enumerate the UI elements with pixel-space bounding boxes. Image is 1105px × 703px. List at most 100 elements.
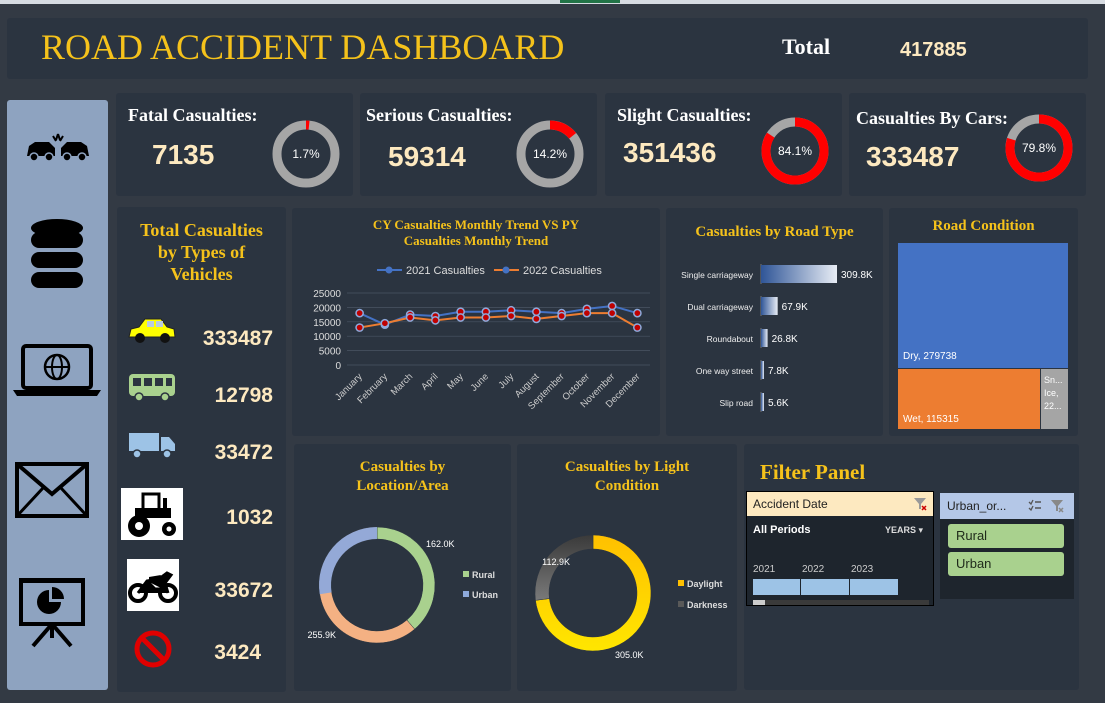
data-point [355,308,364,318]
total-label: Total [782,34,831,59]
filter-panel: Filter Panel Accident Date All Periods Y… [744,444,1079,690]
vehicles-card: Total Casualties by Types of Vehicles 33… [117,207,286,692]
multi-select-icon[interactable] [1028,499,1042,513]
selected-cell-marker [560,0,620,3]
timeline-scrollbar[interactable] [753,600,929,605]
bar [761,361,764,379]
clear-filter-icon[interactable] [913,497,927,511]
x-tick-label: July [497,371,517,391]
car-crash-icon[interactable] [25,130,91,162]
treemap-dry: Dry, 279738 [898,243,1068,368]
series-line-2022 [359,312,638,329]
slicer-option-rural[interactable]: Rural [948,524,1064,548]
treemap-wet: Wet, 115315 [898,369,1040,429]
timeline-year-2022[interactable]: 2022 [802,564,824,575]
bar-category-label: One way street [696,366,754,376]
kpi-fatal-donut: 1.7% [272,120,340,188]
legend-urban: Urban [472,590,498,600]
clear-filter-icon[interactable] [1050,499,1064,513]
donut-data-label: 255.9K [307,630,336,640]
bar [761,329,768,347]
header-bar: ROAD ACCIDENT DASHBOARD Total 417885 [7,18,1088,79]
road-condition-title: Road Condition [932,218,1035,234]
bar-data-label: 7.8K [768,366,789,377]
timeline-bar[interactable] [753,579,898,595]
vehicles-title: Total Casualties by Types of Vehicles [140,220,263,284]
vehicle-row-truck: 33472 [117,429,287,479]
legend-darkness: Darkness [687,600,728,610]
data-point [607,308,617,318]
timeline-unit-label: YEARS [884,525,916,535]
treemap-snow-label-1: Sn... [1044,375,1063,385]
car-icon [128,318,176,343]
y-tick-label: 5000 [319,347,342,358]
kpi-serious-label: Serious Casualties: [366,105,513,125]
total-value: 417885 [900,39,967,61]
bus-icon [129,374,175,402]
x-tick-label: May [445,371,466,392]
slicer-option-urban[interactable]: Urban [948,552,1064,576]
y-tick-label: 10000 [313,332,341,343]
donut-slice-urban-gradient [319,527,377,595]
data-point [506,311,516,321]
data-point [532,314,541,324]
location-donut-chart: Rural Urban 162.0K 255.9K [307,526,498,644]
kpi-cars-donut: 79.8% [1005,114,1073,182]
y-tick-label: 20000 [313,303,341,314]
road-type-chart: Single carriageway 309.8K Dual carriageway… [681,264,873,412]
data-point [557,311,566,321]
donut-data-label: 305.0K [615,650,644,660]
legend-2022: 2022 Casualties [523,265,602,277]
bar-category-label: Slip road [719,398,753,408]
vehicle-row-car: 333487 [117,315,287,365]
kpi-cars-label: Casualties By Cars: [856,108,1008,128]
data-point [633,323,642,332]
timeline-year-2021[interactable]: 2021 [753,564,775,575]
laptop-globe-icon[interactable] [11,344,103,398]
legend-daylight: Daylight [687,579,723,589]
kpi-serious-donut: 14.2% [516,120,584,188]
bar [761,297,778,315]
kpi-cars-value: 333487 [866,141,960,172]
timeline-year-2023[interactable]: 2023 [851,564,873,575]
kpi-cars-card: Casualties By Cars: 333487 79.8% [849,93,1086,196]
location-card: Casualties by Location/Area Rural Urban … [294,444,511,691]
vehicle-truck-value: 33472 [214,441,273,464]
kpi-fatal-card: Fatal Casualties: 7135 1.7% [116,93,353,196]
kpi-serious-value: 59314 [388,141,466,172]
vehicle-tractor-value: 1032 [226,506,273,529]
kpi-slight-pct: 84.1% [778,144,812,158]
x-tick-label: June [469,371,491,393]
timeline-unit-dropdown[interactable]: YEARS ▾ [885,525,923,536]
bar-data-label: 5.6K [768,398,789,409]
sidebar [7,100,108,690]
vehicle-car-value: 333487 [202,327,273,350]
kpi-slight-card: Slight Casualties: 351436 84.1% [605,93,842,196]
data-point [431,316,440,325]
kpi-fatal-label: Fatal Casualties: [128,105,258,125]
top-strip [0,0,1105,4]
truck-icon [129,433,175,459]
light-condition-donut-chart: Daylight Darkness 305.0K 112.9K [534,534,728,660]
presentation-icon[interactable] [19,578,85,648]
donut-slice-darkness [534,534,594,601]
data-point [607,301,617,311]
vehicle-row-tractor: 1032 [117,488,287,544]
kpi-serious-card: Serious Casualties: 59314 14.2% [360,93,597,196]
mail-icon[interactable] [15,462,89,518]
date-timeline-slicer[interactable]: Accident Date All Periods YEARS ▾ 2021 2… [746,491,934,606]
bar-category-label: Roundabout [707,334,754,344]
vehicle-row-other: 3424 [117,627,287,677]
urban-slicer[interactable]: Urban_or... Rural Urban [940,493,1074,599]
vehicle-other-value: 3424 [214,641,261,664]
chevron-down-icon: ▾ [918,525,923,535]
database-icon[interactable] [29,218,85,290]
donut-data-label: 112.9K [542,557,570,567]
vehicle-row-motorcycle: 33672 [117,559,287,613]
bar-data-label: 309.8K [841,270,873,281]
legend-rural: Rural [472,570,495,580]
road-condition-card: Road Condition Dry, 279738 Wet, 115315 S… [889,208,1078,436]
y-tick-label: 15000 [313,318,341,329]
kpi-slight-donut: 84.1% [761,117,829,185]
prohibited-icon [134,630,172,668]
